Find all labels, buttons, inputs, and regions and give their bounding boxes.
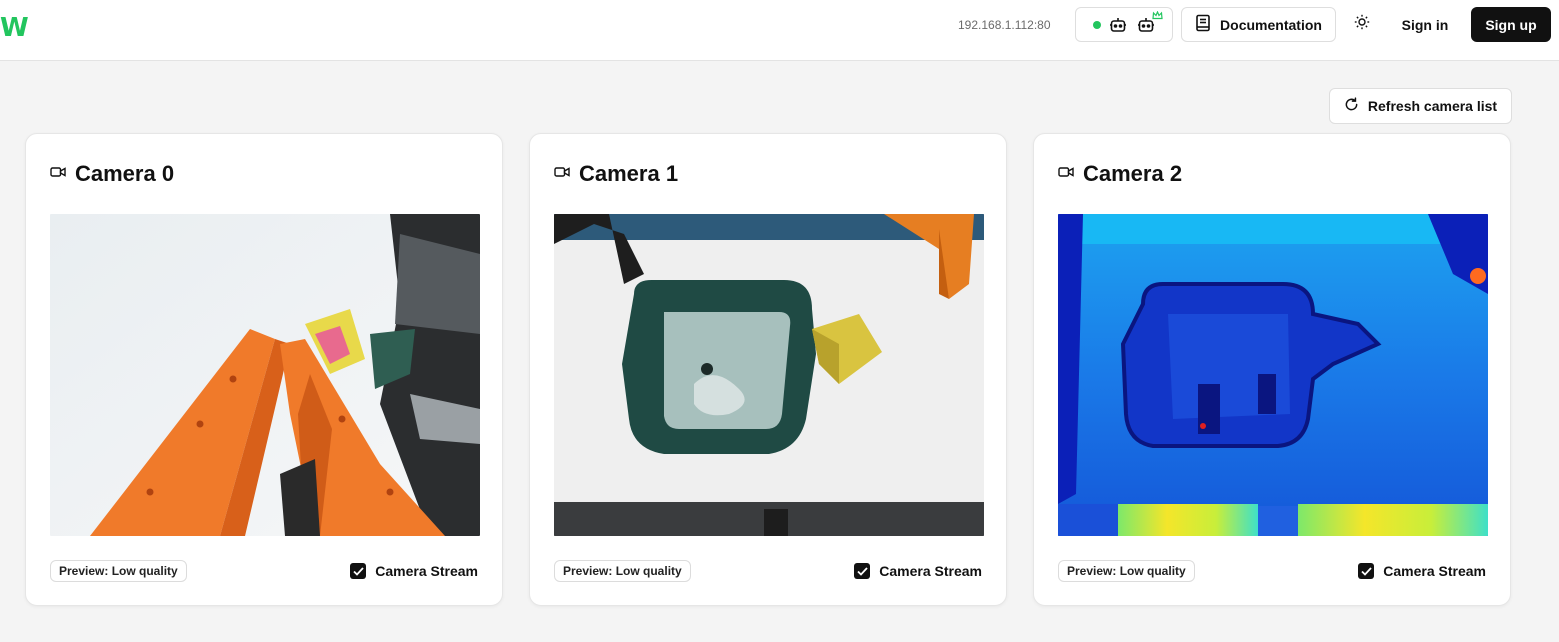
refresh-icon bbox=[1344, 97, 1359, 115]
camera-stream-label: Camera Stream bbox=[375, 563, 478, 579]
camera-feed bbox=[50, 214, 480, 536]
stream-checkbox[interactable] bbox=[1358, 563, 1375, 579]
camera-feed bbox=[1058, 214, 1488, 536]
sign-in-button[interactable]: Sign in bbox=[1396, 7, 1454, 42]
status-dot bbox=[1093, 21, 1101, 29]
app-logo[interactable]: W bbox=[0, 12, 29, 44]
camera-card-header: Camera 2 bbox=[1058, 160, 1182, 188]
camera-card-header: Camera 1 bbox=[554, 160, 678, 188]
camera-title: Camera 1 bbox=[579, 161, 679, 186]
theme-toggle-button[interactable] bbox=[1350, 12, 1374, 36]
camera-stream-toggle[interactable]: Camera Stream bbox=[1358, 562, 1486, 580]
refresh-camera-list-button[interactable]: Refresh camera list bbox=[1329, 88, 1512, 124]
book-icon bbox=[1195, 14, 1211, 35]
sun-icon bbox=[1354, 14, 1370, 35]
check-icon bbox=[353, 566, 364, 576]
camera-title: Camera 0 bbox=[75, 161, 175, 186]
camera-card: Camera 1 Preview: Low quality Camera Str… bbox=[529, 133, 1007, 606]
camera-card: Camera 2 Preview: Low quality Camera Str… bbox=[1033, 133, 1511, 606]
camera-stream-toggle[interactable]: Camera Stream bbox=[854, 562, 982, 580]
video-camera-icon bbox=[1058, 165, 1074, 184]
video-camera-icon bbox=[554, 165, 570, 184]
video-camera-icon bbox=[50, 165, 66, 184]
camera-stream-label: Camera Stream bbox=[1383, 563, 1486, 579]
robot-status-pill[interactable] bbox=[1075, 7, 1173, 42]
camera-title: Camera 2 bbox=[1083, 161, 1183, 186]
documentation-label: Documentation bbox=[1220, 16, 1322, 33]
sign-up-button[interactable]: Sign up bbox=[1471, 7, 1551, 42]
robot-icon bbox=[1109, 16, 1127, 39]
preview-quality-badge: Preview: Low quality bbox=[554, 560, 691, 582]
stream-checkbox[interactable] bbox=[854, 563, 871, 579]
preview-quality-badge: Preview: Low quality bbox=[1058, 560, 1195, 582]
refresh-label: Refresh camera list bbox=[1367, 98, 1498, 114]
stream-checkbox[interactable] bbox=[350, 563, 367, 579]
camera-feed bbox=[554, 214, 984, 536]
ip-address: 192.168.1.112:80 bbox=[958, 18, 1051, 32]
camera-card: Camera 0 Preview: Low quality Camera Str… bbox=[25, 133, 503, 606]
top-header: W 192.168.1.112:80 Documentation Sign in… bbox=[0, 0, 1559, 61]
check-icon bbox=[857, 566, 868, 576]
documentation-button[interactable]: Documentation bbox=[1181, 7, 1336, 42]
preview-quality-badge: Preview: Low quality bbox=[50, 560, 187, 582]
check-icon bbox=[1361, 566, 1372, 576]
camera-stream-label: Camera Stream bbox=[879, 563, 982, 579]
camera-card-header: Camera 0 bbox=[50, 160, 174, 188]
camera-stream-toggle[interactable]: Camera Stream bbox=[350, 562, 478, 580]
crown-icon bbox=[1152, 7, 1163, 25]
